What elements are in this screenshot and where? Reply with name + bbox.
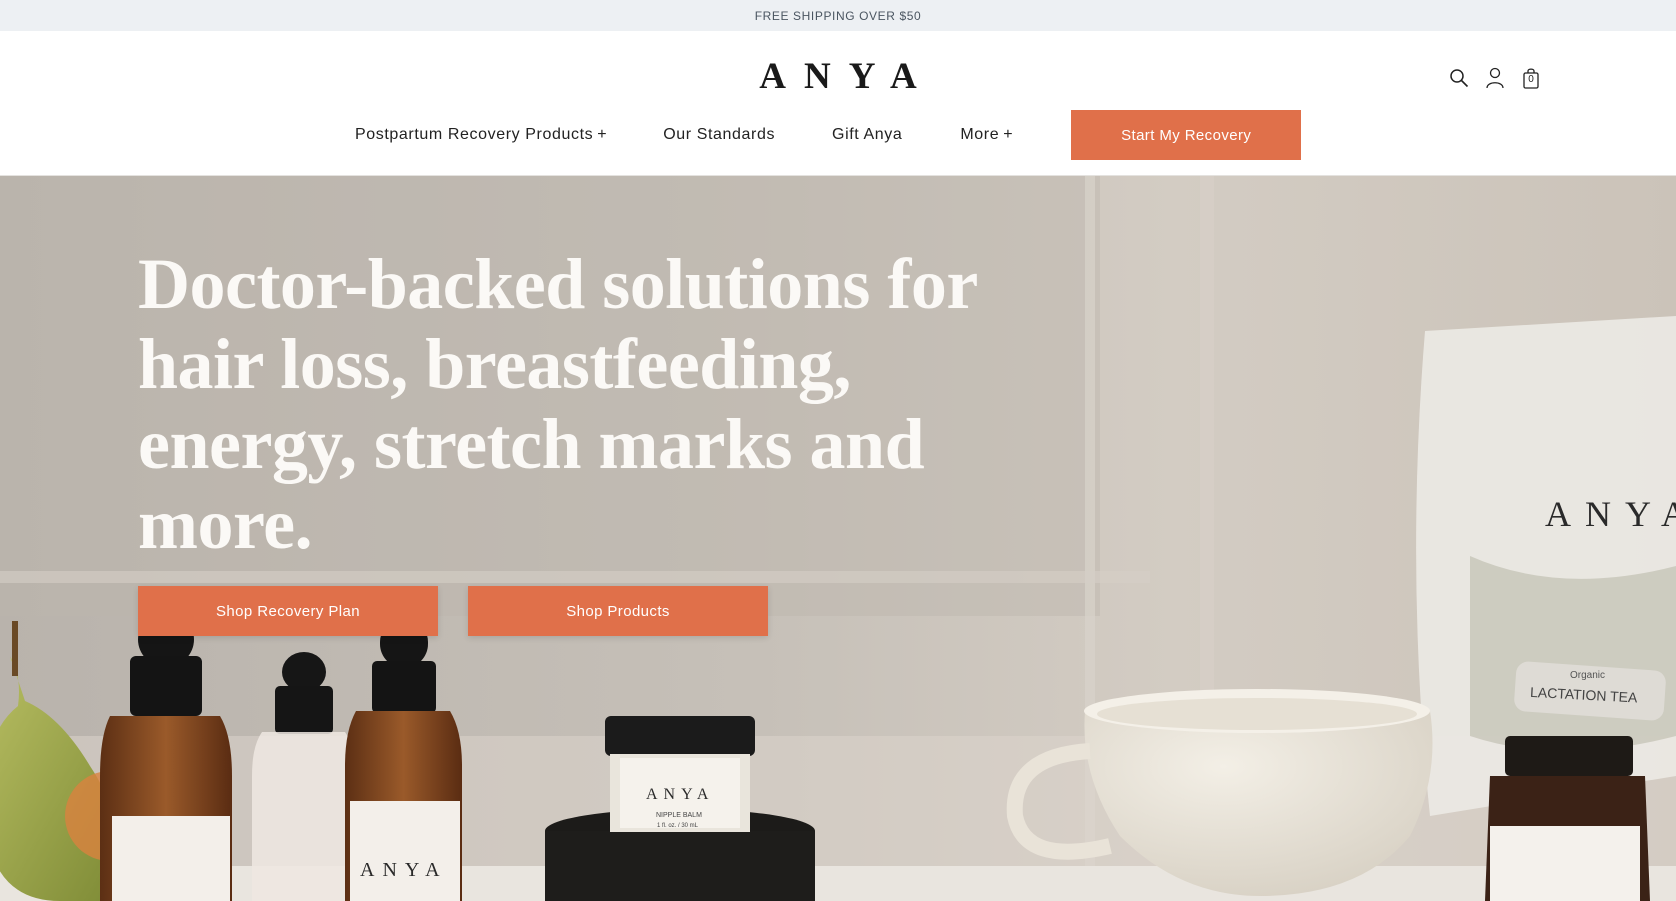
plus-icon: + xyxy=(597,126,608,143)
nav-item-gift-anya[interactable]: Gift Anya xyxy=(832,126,902,144)
plus-icon: + xyxy=(1003,126,1014,143)
hero-section: ANYA Organic LACTATION TEA ANYA NIPPLE B… xyxy=(0,176,1676,901)
announcement-text: FREE SHIPPING OVER $50 xyxy=(754,8,922,23)
nav-item-label: Our Standards xyxy=(663,126,776,143)
hero-headline: Doctor-backed solutions for hair loss, b… xyxy=(138,244,977,564)
jar-size-label: 1 fl. oz. / 30 mL xyxy=(657,823,699,829)
nav-item-label: Gift Anya xyxy=(832,126,903,143)
nav-item-more[interactable]: More + xyxy=(960,126,1013,144)
search-icon[interactable] xyxy=(1448,65,1470,91)
tea-sub-label: Organic xyxy=(1570,670,1605,681)
nav-item-label: More xyxy=(960,126,1000,143)
main-nav: Postpartum Recovery Products + Our Stand… xyxy=(355,110,1302,160)
account-icon[interactable] xyxy=(1484,65,1506,91)
tea-brand-label: ANYA xyxy=(1545,494,1676,534)
cart-count: 0 xyxy=(1528,74,1534,85)
site-header: ANYA 0 Postpartum Recovery Products + Ou… xyxy=(0,31,1676,176)
shop-recovery-plan-button[interactable]: Shop Recovery Plan xyxy=(138,586,438,636)
header-icons: 0 xyxy=(1448,65,1542,91)
dropper-brand-label: ANYA xyxy=(360,859,448,881)
jar-brand-label: ANYA xyxy=(646,786,714,803)
nav-item-postpartum-recovery-products[interactable]: Postpartum Recovery Products + xyxy=(355,126,607,144)
announcement-bar: FREE SHIPPING OVER $50 xyxy=(0,0,1676,31)
jar-name-label: NIPPLE BALM xyxy=(656,812,702,819)
shop-products-button[interactable]: Shop Products xyxy=(468,586,768,636)
start-my-recovery-button[interactable]: Start My Recovery xyxy=(1071,110,1302,160)
nav-item-label: Postpartum Recovery Products xyxy=(355,126,594,143)
cart-icon[interactable]: 0 xyxy=(1520,65,1542,91)
nav-item-our-standards[interactable]: Our Standards xyxy=(663,126,775,144)
brand-logo[interactable]: ANYA xyxy=(0,55,1676,98)
